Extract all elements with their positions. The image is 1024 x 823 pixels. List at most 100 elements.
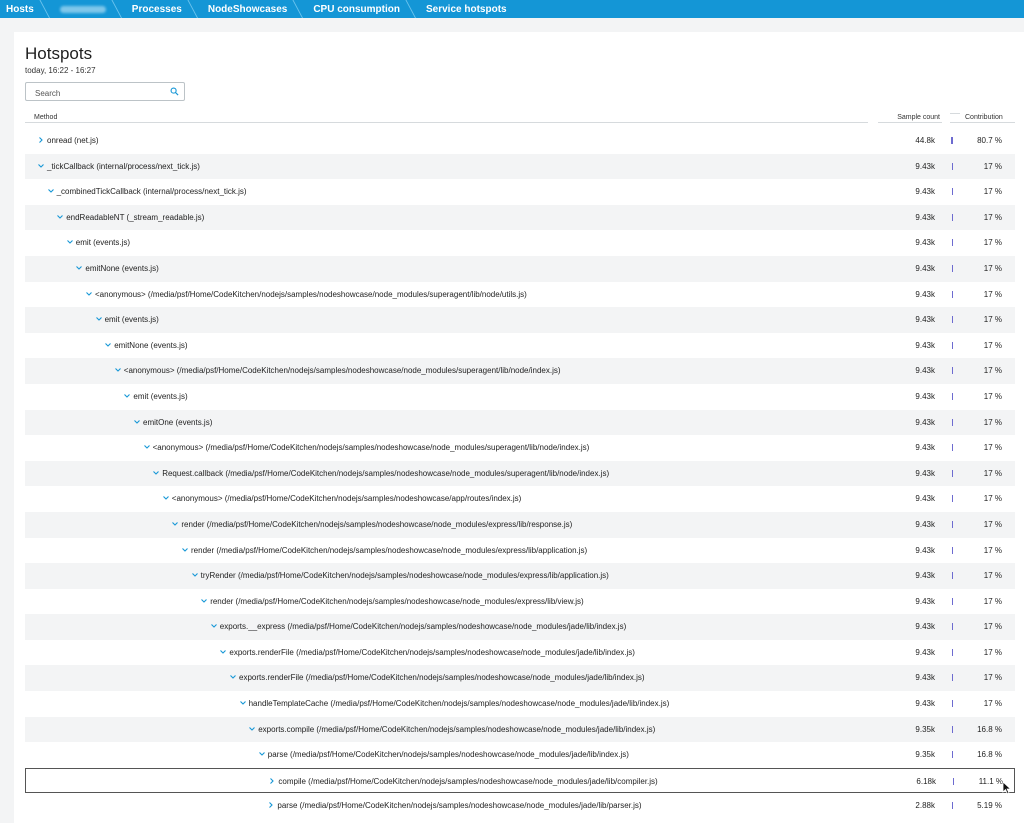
chevron-down-icon[interactable] bbox=[66, 238, 74, 246]
chevron-down-icon[interactable] bbox=[133, 418, 141, 426]
table-row[interactable]: emit (events.js) 9.43k 17 % bbox=[25, 384, 1015, 410]
sample-count: 9.35k bbox=[915, 750, 935, 760]
contribution-bar bbox=[952, 572, 953, 580]
breadcrumb-item[interactable]: CPU consumption bbox=[301, 0, 414, 18]
search-icon[interactable] bbox=[170, 87, 179, 96]
method-name: compile (/media/psf/Home/CodeKitchen/nod… bbox=[278, 776, 658, 786]
table-row[interactable]: endReadableNT (_stream_readable.js) 9.43k… bbox=[25, 204, 1015, 231]
chevron-down-icon[interactable] bbox=[152, 469, 160, 477]
method-column-header[interactable]: Method bbox=[34, 114, 57, 121]
chevron-down-icon[interactable] bbox=[47, 187, 55, 195]
contribution-bar bbox=[952, 495, 953, 503]
chevron-down-icon[interactable] bbox=[219, 648, 227, 656]
table-row[interactable]: <anonymous> (/media/psf/Home/CodeKitchen… bbox=[25, 435, 1015, 461]
table-row[interactable]: tryRender (/media/psf/Home/CodeKitchen/n… bbox=[25, 563, 1015, 589]
contribution-bar bbox=[952, 213, 953, 221]
chevron-down-icon[interactable] bbox=[239, 699, 247, 707]
contribution-bar bbox=[952, 418, 953, 426]
chevron-down-icon[interactable] bbox=[191, 571, 199, 579]
redacted-host-name bbox=[59, 5, 106, 13]
method-name: emitNone (events.js) bbox=[85, 263, 159, 273]
contribution-value: 17 % bbox=[983, 443, 1002, 453]
table-row[interactable]: render (/media/psf/Home/CodeKitchen/node… bbox=[25, 511, 1015, 538]
sample-count: 9.43k bbox=[915, 443, 935, 453]
chevron-right-icon[interactable] bbox=[267, 801, 275, 809]
method-name: endReadableNT (_stream_readable.js) bbox=[66, 212, 205, 222]
chevron-down-icon[interactable] bbox=[37, 162, 45, 170]
method-name: tryRender (/media/psf/Home/CodeKitchen/n… bbox=[200, 571, 609, 581]
header-divider bbox=[25, 122, 868, 123]
contribution-value: 17 % bbox=[983, 622, 1002, 632]
chevron-down-icon[interactable] bbox=[123, 392, 131, 400]
table-row[interactable]: parse (/media/psf/Home/CodeKitchen/nodej… bbox=[25, 793, 1015, 819]
breadcrumb-item[interactable]: Processes bbox=[120, 0, 196, 18]
breadcrumb-item[interactable]: Service hotspots bbox=[414, 0, 521, 18]
chevron-down-icon[interactable] bbox=[56, 213, 64, 221]
table-row[interactable]: handleTemplateCache (/media/psf/Home/Cod… bbox=[25, 691, 1015, 717]
breadcrumb-item[interactable]: NodeShowcases bbox=[196, 0, 301, 18]
chevron-down-icon[interactable] bbox=[104, 341, 112, 349]
method-name: render (/media/psf/Home/CodeKitchen/node… bbox=[191, 545, 588, 555]
chevron-down-icon[interactable] bbox=[248, 725, 256, 733]
table-row[interactable]: emitNone (events.js) 9.43k 17 % bbox=[25, 255, 1015, 282]
breadcrumb-item[interactable]: Hosts bbox=[0, 0, 48, 18]
table-row[interactable]: compile (/media/psf/Home/CodeKitchen/nod… bbox=[25, 767, 1015, 794]
sample-count: 9.43k bbox=[915, 673, 935, 683]
hotspots-panel: Hotspots today, 16:22 - 16:27 Method Sam… bbox=[14, 32, 1024, 823]
chevron-down-icon[interactable] bbox=[181, 546, 189, 554]
sample-count: 9.43k bbox=[915, 391, 935, 401]
contribution-column-header[interactable]: Contribution bbox=[965, 114, 1003, 121]
table-row[interactable]: render (/media/psf/Home/CodeKitchen/node… bbox=[25, 538, 1015, 564]
breadcrumb-label: Hosts bbox=[6, 3, 34, 15]
chevron-down-icon[interactable] bbox=[162, 494, 170, 502]
chevron-right-icon[interactable] bbox=[37, 136, 45, 144]
chevron-right-icon[interactable] bbox=[268, 777, 276, 785]
chevron-down-icon[interactable] bbox=[258, 750, 266, 758]
chevron-down-icon[interactable] bbox=[114, 366, 122, 374]
method-name: emit (events.js) bbox=[75, 238, 131, 248]
sample-count: 9.35k bbox=[915, 724, 935, 734]
table-row[interactable]: emitOne (events.js) 9.43k 17 % bbox=[25, 409, 1015, 436]
table-row[interactable]: exports.renderFile (/media/psf/Home/Code… bbox=[25, 640, 1015, 666]
chevron-down-icon[interactable] bbox=[95, 315, 103, 323]
breadcrumb-item[interactable] bbox=[48, 0, 120, 18]
method-name: <anonymous> (/media/psf/Home/CodeKitchen… bbox=[171, 494, 522, 504]
table-row[interactable]: <anonymous> (/media/psf/Home/CodeKitchen… bbox=[25, 486, 1015, 512]
chevron-down-icon[interactable] bbox=[200, 597, 208, 605]
search-box[interactable] bbox=[25, 82, 185, 102]
method-name: parse (/media/psf/Home/CodeKitchen/nodej… bbox=[267, 750, 629, 760]
contribution-value: 17 % bbox=[983, 647, 1002, 657]
sample-count: 9.43k bbox=[915, 699, 935, 709]
table-row[interactable]: Request.callback (/media/psf/Home/CodeKi… bbox=[25, 460, 1015, 487]
table-row[interactable]: exports.__express (/media/psf/Home/CodeK… bbox=[25, 614, 1015, 640]
search-input[interactable] bbox=[26, 85, 156, 102]
table-row[interactable]: _combinedTickCallback (internal/process/… bbox=[25, 179, 1015, 205]
chevron-down-icon[interactable] bbox=[229, 673, 237, 681]
table-row[interactable]: exports.compile (/media/psf/Home/CodeKit… bbox=[25, 716, 1015, 743]
chevron-down-icon[interactable] bbox=[75, 264, 83, 272]
table-row[interactable]: exports.renderFile (/media/psf/Home/Code… bbox=[25, 665, 1015, 692]
sample-count: 6.18k bbox=[916, 776, 936, 786]
contribution-bar bbox=[953, 777, 954, 785]
contribution-value: 17 % bbox=[983, 468, 1002, 478]
contribution-value: 17 % bbox=[983, 417, 1002, 427]
table-row[interactable]: parse (/media/psf/Home/CodeKitchen/nodej… bbox=[25, 742, 1015, 768]
breadcrumb: Hosts Processes NodeShowcases CPU consumpti… bbox=[0, 0, 1024, 18]
table-row[interactable]: _tickCallback (internal/process/next_tic… bbox=[25, 153, 1015, 180]
sample-count: 9.43k bbox=[915, 519, 935, 529]
chevron-down-icon[interactable] bbox=[210, 622, 218, 630]
table-row[interactable]: <anonymous> (/media/psf/Home/CodeKitchen… bbox=[25, 358, 1015, 384]
table-row[interactable]: <anonymous> (/media/psf/Home/CodeKitchen… bbox=[25, 282, 1015, 308]
chevron-down-icon[interactable] bbox=[171, 520, 179, 528]
sample-count: 9.43k bbox=[915, 289, 935, 299]
table-row[interactable]: emit (events.js) 9.43k 17 % bbox=[25, 230, 1015, 256]
breadcrumb-label: Service hotspots bbox=[426, 3, 507, 15]
sample-count-column-header[interactable]: Sample count bbox=[880, 114, 940, 121]
table-row[interactable]: render (/media/psf/Home/CodeKitchen/node… bbox=[25, 589, 1015, 615]
table-row[interactable]: emit (events.js) 9.43k 17 % bbox=[25, 307, 1015, 333]
table-row[interactable]: onread (net.js) 44.8k 80.7 % bbox=[25, 128, 1015, 154]
contribution-bar bbox=[952, 341, 953, 349]
table-row[interactable]: emitNone (events.js) 9.43k 17 % bbox=[25, 333, 1015, 359]
chevron-down-icon[interactable] bbox=[85, 290, 93, 298]
chevron-down-icon[interactable] bbox=[143, 443, 151, 451]
